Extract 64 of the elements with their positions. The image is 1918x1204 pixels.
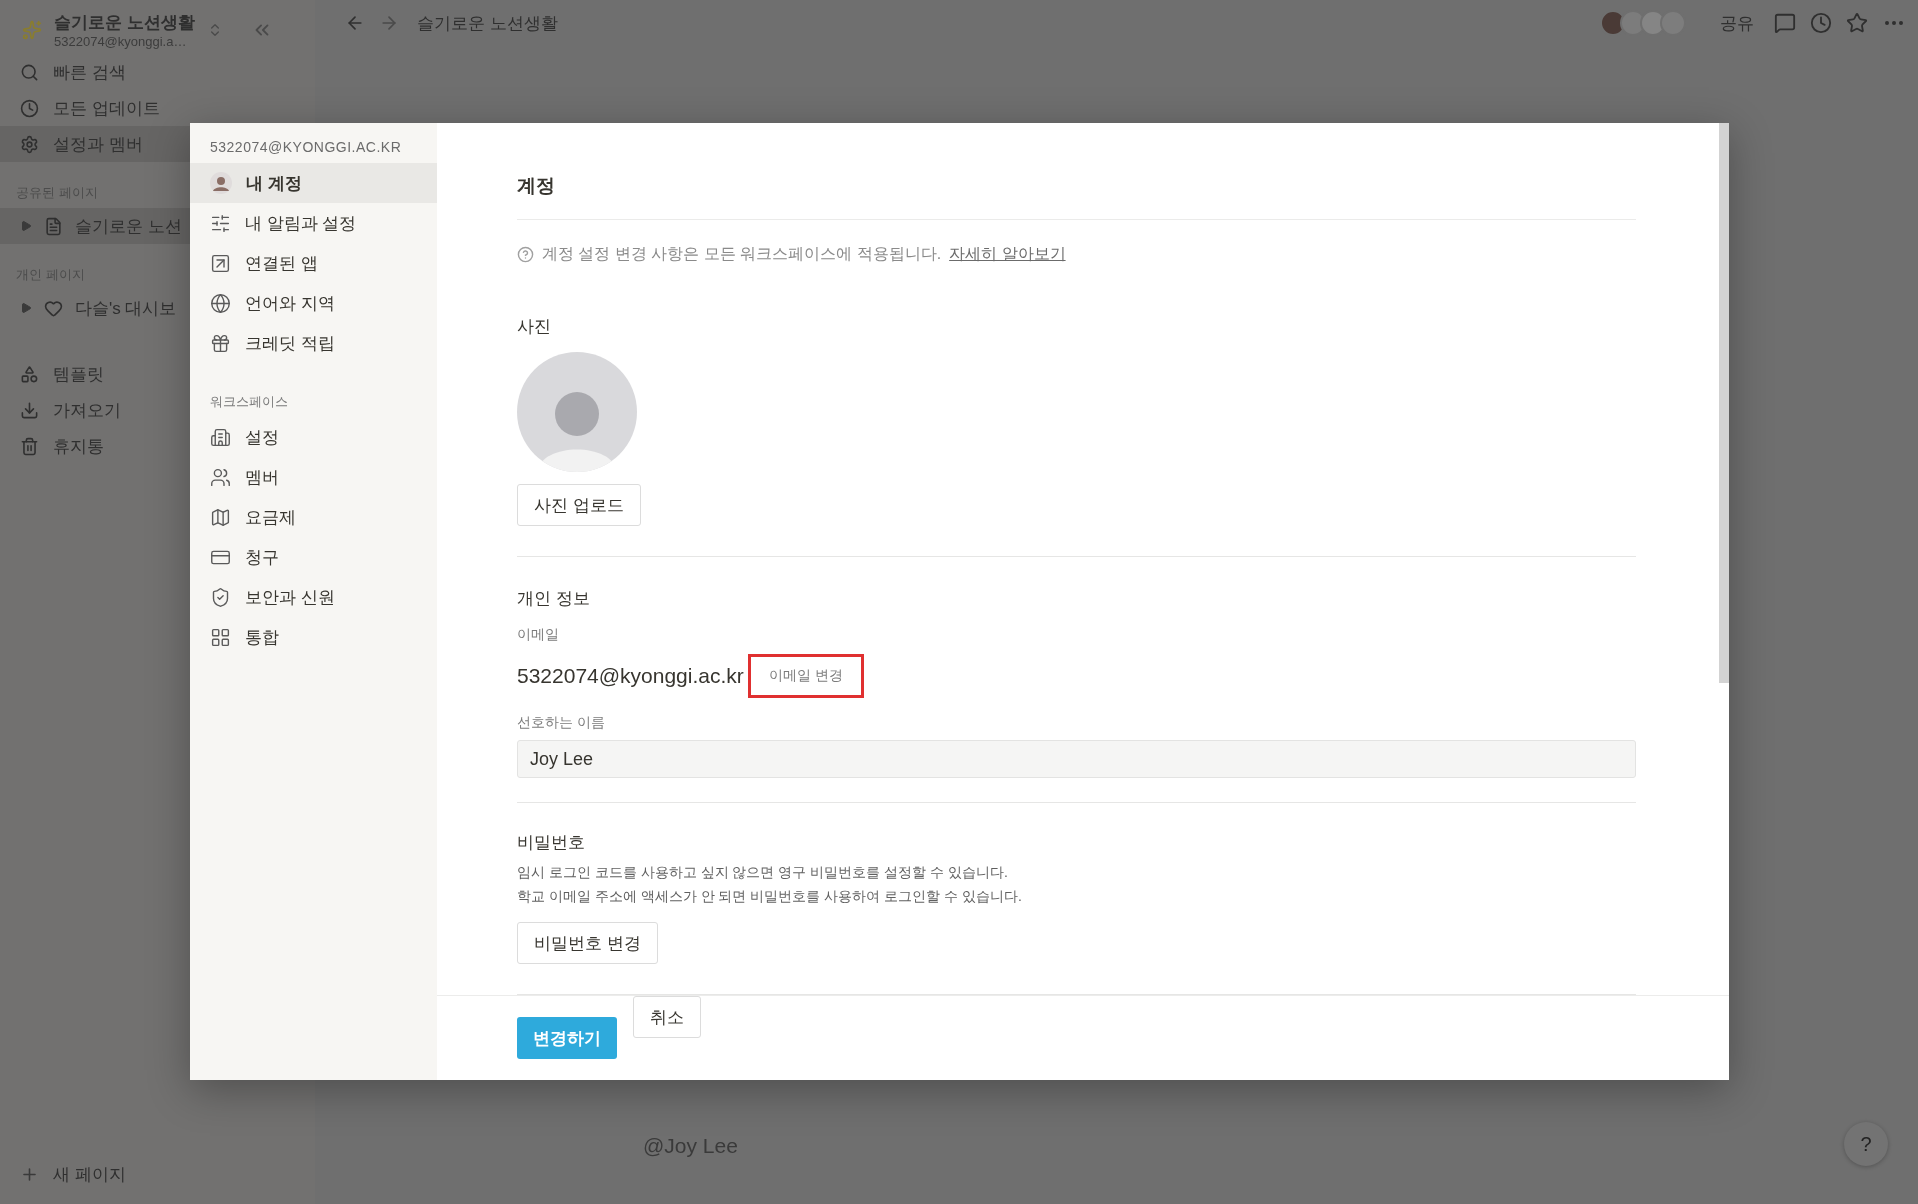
settings-nav-item[interactable]: 내 계정 bbox=[190, 163, 437, 203]
settings-nav-item[interactable]: 설정 bbox=[190, 417, 437, 457]
gift-icon bbox=[210, 332, 231, 354]
nav-label: 보안과 신원 bbox=[245, 586, 335, 609]
name-input-field[interactable]: Joy Lee bbox=[517, 740, 1636, 778]
expand-icon[interactable] bbox=[20, 302, 32, 314]
cancel-button[interactable]: 취소 bbox=[633, 996, 701, 1038]
email-label: 이메일 bbox=[517, 626, 560, 644]
arrow-square-icon bbox=[210, 252, 231, 274]
settings-nav-item[interactable]: 멤버 bbox=[190, 457, 437, 497]
settings-icon bbox=[20, 134, 39, 154]
sparkle-icon bbox=[22, 20, 42, 40]
download-icon bbox=[20, 400, 39, 420]
help-icon bbox=[517, 246, 534, 263]
clock-icon[interactable] bbox=[1810, 12, 1832, 34]
star-icon[interactable] bbox=[1846, 12, 1868, 34]
avatar-icon bbox=[210, 172, 232, 194]
nav-label: 설정 bbox=[245, 426, 279, 449]
nav-label: 요금제 bbox=[245, 506, 296, 529]
building-icon bbox=[210, 426, 231, 448]
name-label: 선호하는 이름 bbox=[517, 714, 606, 732]
grid-icon bbox=[210, 626, 231, 648]
section-title: 비밀번호 bbox=[517, 832, 586, 854]
workspace-name: 슬기로운 노션생활 bbox=[54, 12, 195, 34]
globe-icon bbox=[210, 292, 231, 314]
settings-nav-item[interactable]: 언어와 지역 bbox=[190, 283, 437, 323]
settings-nav-item[interactable]: 통합 bbox=[190, 617, 437, 657]
search-icon bbox=[20, 62, 39, 82]
change-email-button[interactable]: 이메일 변경 bbox=[747, 654, 864, 698]
shapes-icon bbox=[20, 364, 39, 384]
settings-nav-item[interactable]: 청구 bbox=[190, 537, 437, 577]
sliders-icon bbox=[210, 212, 231, 234]
nav-label: 멤버 bbox=[245, 466, 279, 489]
scrollbar[interactable] bbox=[1719, 123, 1729, 683]
notice-text: 계정 설정 변경 사항은 모든 워크스페이스에 적용됩니다. bbox=[542, 244, 942, 264]
email-value: 5322074@kyonggi.ac.kr bbox=[517, 664, 744, 688]
photo-label: 사진 bbox=[517, 316, 552, 338]
change-password-button[interactable]: 비밀번호 변경 bbox=[517, 922, 658, 964]
heart-icon bbox=[44, 298, 63, 318]
learn-more-link[interactable]: 자세히 알아보기 bbox=[949, 244, 1066, 265]
clock-icon bbox=[20, 98, 39, 118]
page-title: 다슬's 대시보 bbox=[75, 297, 177, 320]
nav-label: 크레딧 적립 bbox=[245, 332, 335, 355]
document-icon bbox=[44, 216, 63, 236]
section-title: 워크스페이스 bbox=[209, 393, 289, 411]
password-description: 임시 로그인 코드를 사용하고 싶지 않으면 영구 비밀번호를 설정할 수 있습니다. bbox=[517, 863, 1009, 882]
nav-label: 내 계정 bbox=[246, 172, 302, 195]
expand-icon[interactable] bbox=[20, 220, 32, 232]
nav-label: 통합 bbox=[245, 626, 279, 649]
nav-label: 청구 bbox=[245, 546, 279, 569]
settings-nav-item[interactable]: 연결된 앱 bbox=[190, 243, 437, 283]
section-title: 개인 정보 bbox=[517, 588, 591, 610]
password-description: 학교 이메일 주소에 액세스가 안 되면 비밀번호를 사용하여 로그인할 수 있습니다. bbox=[517, 887, 1023, 906]
shield-check-icon bbox=[210, 586, 231, 608]
settings-nav-item[interactable]: 보안과 신원 bbox=[190, 577, 437, 617]
upload-photo-button[interactable]: 사진 업로드 bbox=[517, 484, 641, 526]
page-title: 계정 bbox=[517, 173, 1636, 220]
settings-nav-item[interactable]: 요금제 bbox=[190, 497, 437, 537]
nav-label: 연결된 앱 bbox=[245, 252, 318, 275]
nav-label: 언어와 지역 bbox=[245, 292, 335, 315]
people-icon bbox=[210, 466, 231, 488]
comment-icon[interactable] bbox=[1774, 12, 1796, 34]
map-icon bbox=[210, 506, 231, 528]
trash-icon bbox=[20, 436, 39, 456]
